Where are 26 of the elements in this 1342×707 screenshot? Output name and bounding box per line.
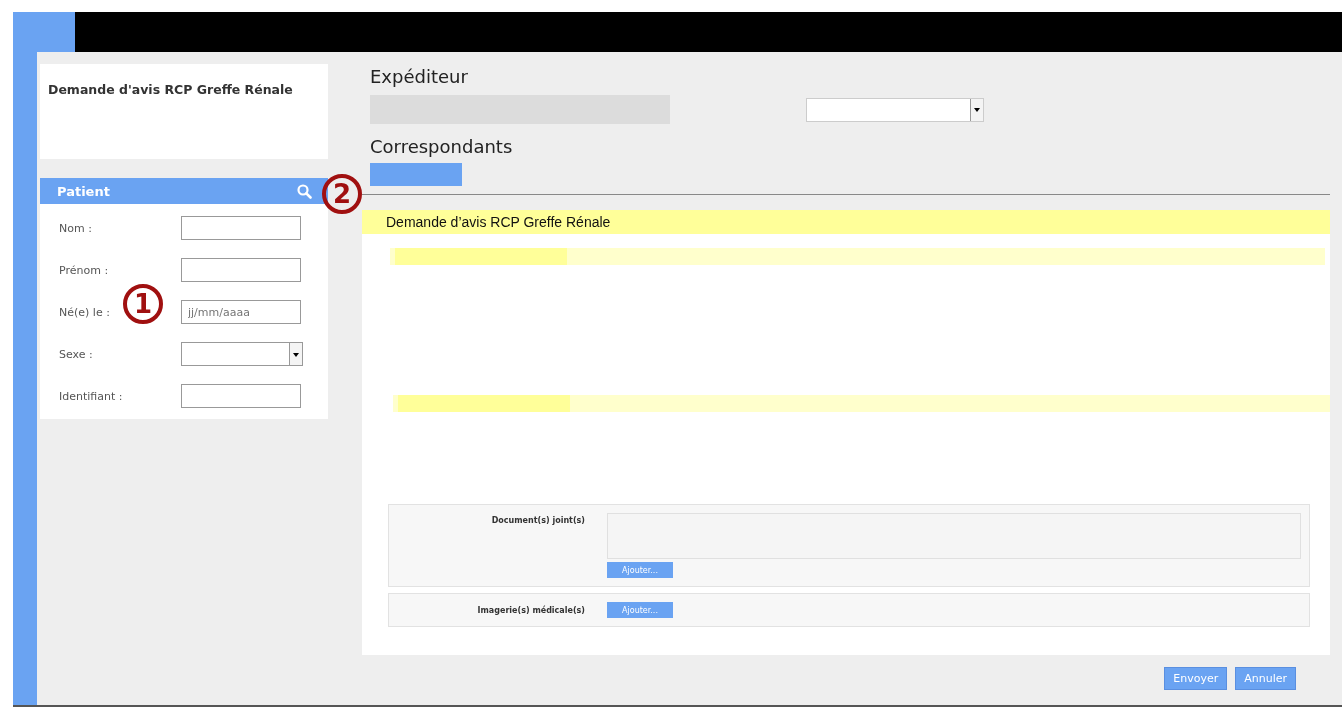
field-label: Né(e) le :: [59, 305, 111, 319]
input-field[interactable]: [181, 216, 301, 240]
search-icon[interactable]: [297, 183, 312, 199]
field-label: Nom :: [59, 221, 93, 235]
recipients-heading: Correspondants: [370, 136, 514, 157]
attachment-label: Imagerie(s) médicale(s): [476, 605, 586, 615]
patient-title: Patient: [57, 183, 110, 199]
field-label: Identifiant :: [59, 389, 124, 403]
input-field[interactable]: jj/mm/aaaa: [181, 300, 301, 324]
callout-marker: 1: [123, 284, 163, 324]
sender-heading: Expéditeur: [370, 66, 469, 87]
form-title: Demande d'avis RCP Greffe Rénale: [48, 82, 293, 97]
input-field[interactable]: [181, 258, 301, 282]
request-title: Demande d’avis RCP Greffe Rénale: [386, 214, 611, 230]
input-field[interactable]: [181, 384, 301, 408]
field-label: Sexe :: [59, 347, 94, 361]
dropdown[interactable]: [806, 97, 984, 122]
footer-button[interactable]: Envoyer: [1164, 667, 1228, 690]
header-strip: [37, 12, 75, 52]
dropdown[interactable]: [181, 342, 303, 366]
add-button[interactable]: Ajouter...: [607, 562, 673, 578]
footer-button[interactable]: Annuler: [1235, 667, 1296, 690]
add-button[interactable]: Ajouter...: [607, 602, 673, 618]
field-label: Prénom :: [59, 263, 110, 277]
callout-marker: 2: [322, 174, 362, 214]
attachment-label: Document(s) joint(s): [490, 515, 586, 527]
